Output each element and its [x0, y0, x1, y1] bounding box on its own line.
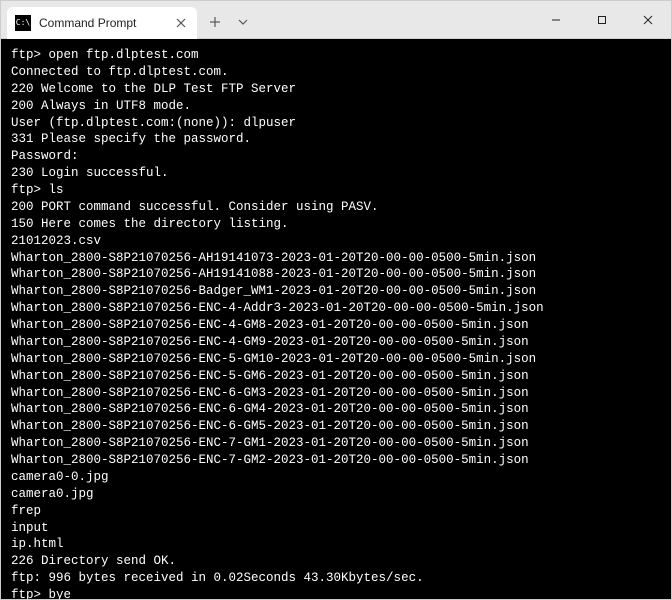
terminal-line: Wharton_2800-S8P21070256-AH19141073-2023…: [11, 250, 661, 267]
terminal-line: ftp: 996 bytes received in 0.02Seconds 4…: [11, 570, 661, 587]
terminal-line: Wharton_2800-S8P21070256-ENC-6-GM4-2023-…: [11, 401, 661, 418]
terminal-line: camera0-0.jpg: [11, 469, 661, 486]
terminal-line: 150 Here comes the directory listing.: [11, 216, 661, 233]
terminal-line: Wharton_2800-S8P21070256-AH19141088-2023…: [11, 266, 661, 283]
terminal-line: frep: [11, 503, 661, 520]
terminal-line: 200 Always in UTF8 mode.: [11, 98, 661, 115]
terminal-line: Wharton_2800-S8P21070256-ENC-4-GM8-2023-…: [11, 317, 661, 334]
new-tab-button[interactable]: [201, 8, 229, 36]
terminal-line: Connected to ftp.dlptest.com.: [11, 64, 661, 81]
terminal-line: Wharton_2800-S8P21070256-ENC-5-GM10-2023…: [11, 351, 661, 368]
close-window-button[interactable]: [625, 1, 671, 38]
tab-title: Command Prompt: [39, 16, 165, 30]
terminal-line: User (ftp.dlptest.com:(none)): dlpuser: [11, 115, 661, 132]
terminal-line: Wharton_2800-S8P21070256-ENC-4-Addr3-202…: [11, 300, 661, 317]
terminal-line: ftp> ls: [11, 182, 661, 199]
terminal-line: Wharton_2800-S8P21070256-ENC-5-GM6-2023-…: [11, 368, 661, 385]
titlebar: C:\ Command Prompt: [1, 1, 671, 39]
terminal-line: 21012023.csv: [11, 233, 661, 250]
terminal-line: Wharton_2800-S8P21070256-ENC-4-GM9-2023-…: [11, 334, 661, 351]
cmd-icon: C:\: [15, 15, 31, 31]
terminal-line: Wharton_2800-S8P21070256-ENC-6-GM5-2023-…: [11, 418, 661, 435]
terminal-line: Wharton_2800-S8P21070256-ENC-7-GM1-2023-…: [11, 435, 661, 452]
terminal-line: input: [11, 520, 661, 537]
terminal-line: ftp> bye: [11, 587, 661, 599]
maximize-button[interactable]: [579, 1, 625, 38]
window-controls: [533, 1, 671, 38]
terminal-output[interactable]: ftp> open ftp.dlptest.comConnected to ft…: [1, 39, 671, 599]
terminal-line: 226 Directory send OK.: [11, 553, 661, 570]
terminal-line: Wharton_2800-S8P21070256-ENC-6-GM3-2023-…: [11, 385, 661, 402]
terminal-line: 230 Login successful.: [11, 165, 661, 182]
window: C:\ Command Prompt ftp> open ftp.dlptest…: [0, 0, 672, 600]
tab-dropdown-button[interactable]: [231, 8, 255, 36]
close-tab-button[interactable]: [173, 15, 189, 31]
terminal-line: camera0.jpg: [11, 486, 661, 503]
minimize-button[interactable]: [533, 1, 579, 38]
terminal-line: ftp> open ftp.dlptest.com: [11, 47, 661, 64]
terminal-line: 331 Please specify the password.: [11, 131, 661, 148]
terminal-line: Wharton_2800-S8P21070256-ENC-7-GM2-2023-…: [11, 452, 661, 469]
terminal-line: Wharton_2800-S8P21070256-Badger_WM1-2023…: [11, 283, 661, 300]
tab-command-prompt[interactable]: C:\ Command Prompt: [7, 7, 197, 39]
terminal-line: 220 Welcome to the DLP Test FTP Server: [11, 81, 661, 98]
terminal-line: ip.html: [11, 536, 661, 553]
terminal-line: 200 PORT command successful. Consider us…: [11, 199, 661, 216]
terminal-line: Password:: [11, 148, 661, 165]
